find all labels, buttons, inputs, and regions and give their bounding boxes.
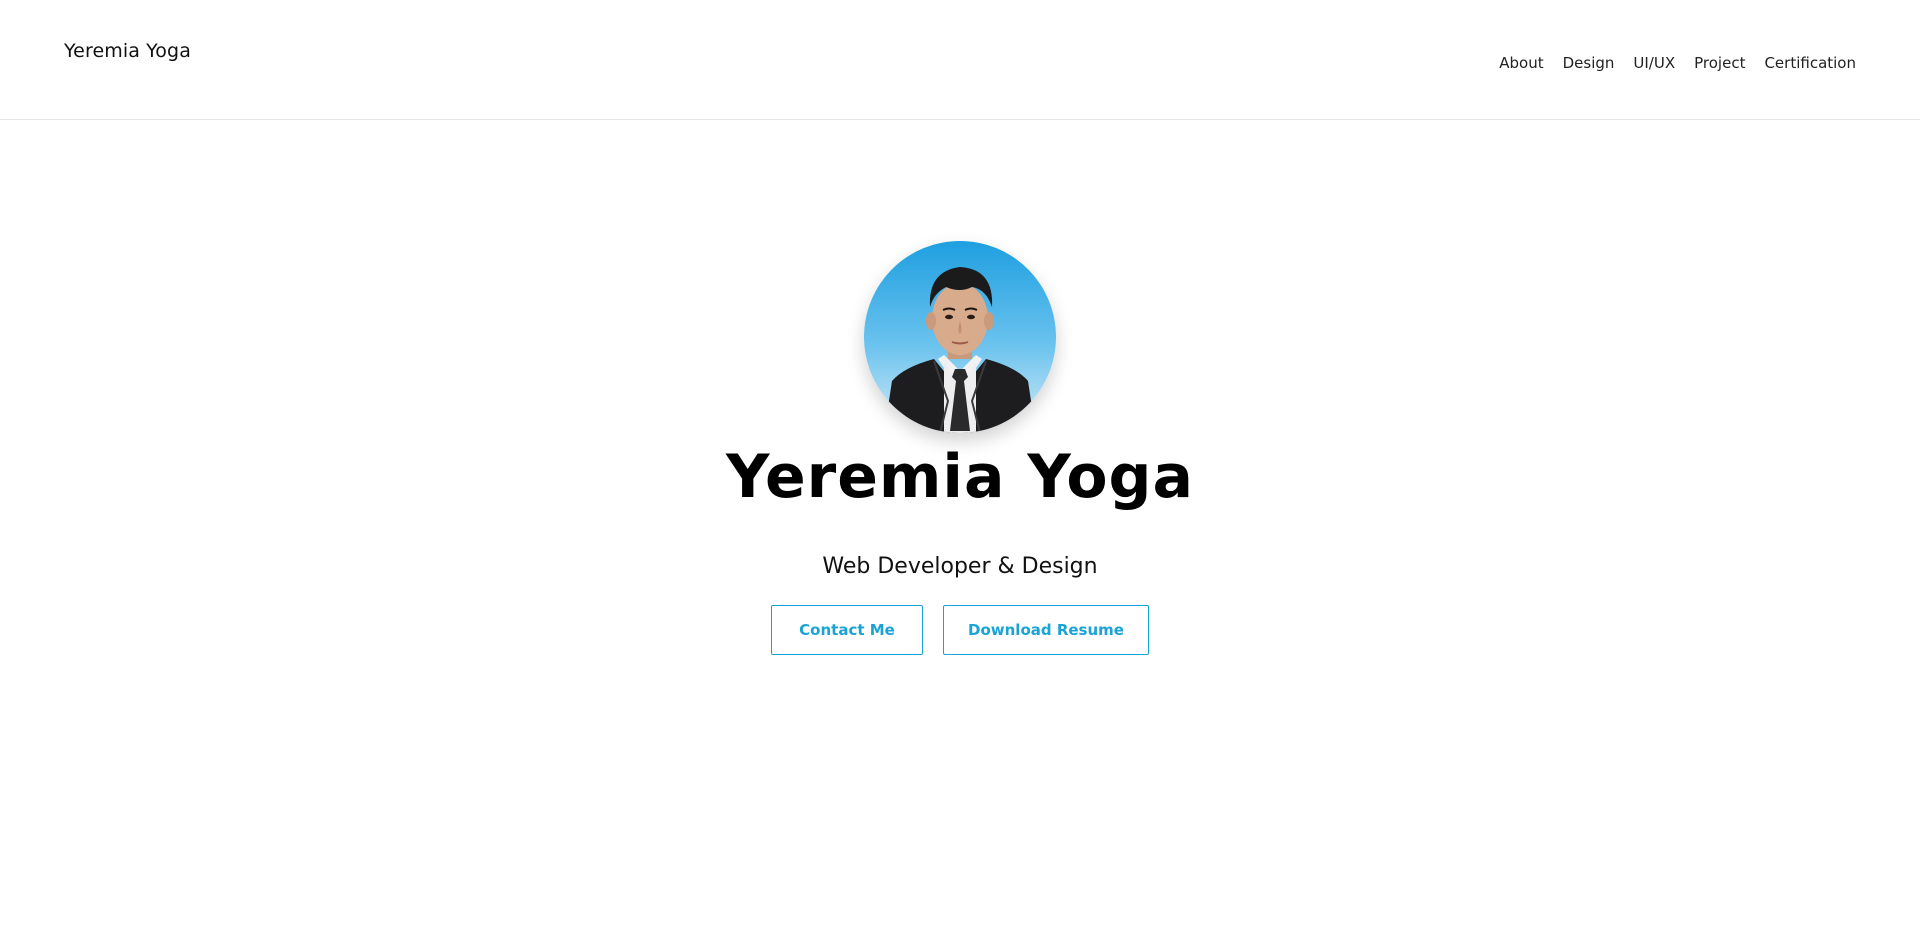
main-nav: About Design UI/UX Project Certification <box>1499 54 1856 72</box>
hero-section: Yeremia Yoga Web Developer & Design Cont… <box>0 120 1920 946</box>
nav-design[interactable]: Design <box>1563 54 1615 72</box>
site-header: Yeremia Yoga About Design UI/UX Project … <box>0 0 1920 120</box>
profile-photo-illustration <box>864 241 1056 433</box>
nav-about[interactable]: About <box>1499 54 1543 72</box>
hero-name: Yeremia Yoga <box>726 442 1194 512</box>
nav-certification[interactable]: Certification <box>1764 54 1856 72</box>
nav-project[interactable]: Project <box>1694 54 1745 72</box>
nav-uiux[interactable]: UI/UX <box>1633 54 1675 72</box>
profile-photo <box>864 241 1056 433</box>
brand-link[interactable]: Yeremia Yoga <box>64 40 191 62</box>
hero-tagline: Web Developer & Design <box>822 554 1098 579</box>
download-resume-button[interactable]: Download Resume <box>943 605 1149 655</box>
contact-me-button[interactable]: Contact Me <box>771 605 923 655</box>
